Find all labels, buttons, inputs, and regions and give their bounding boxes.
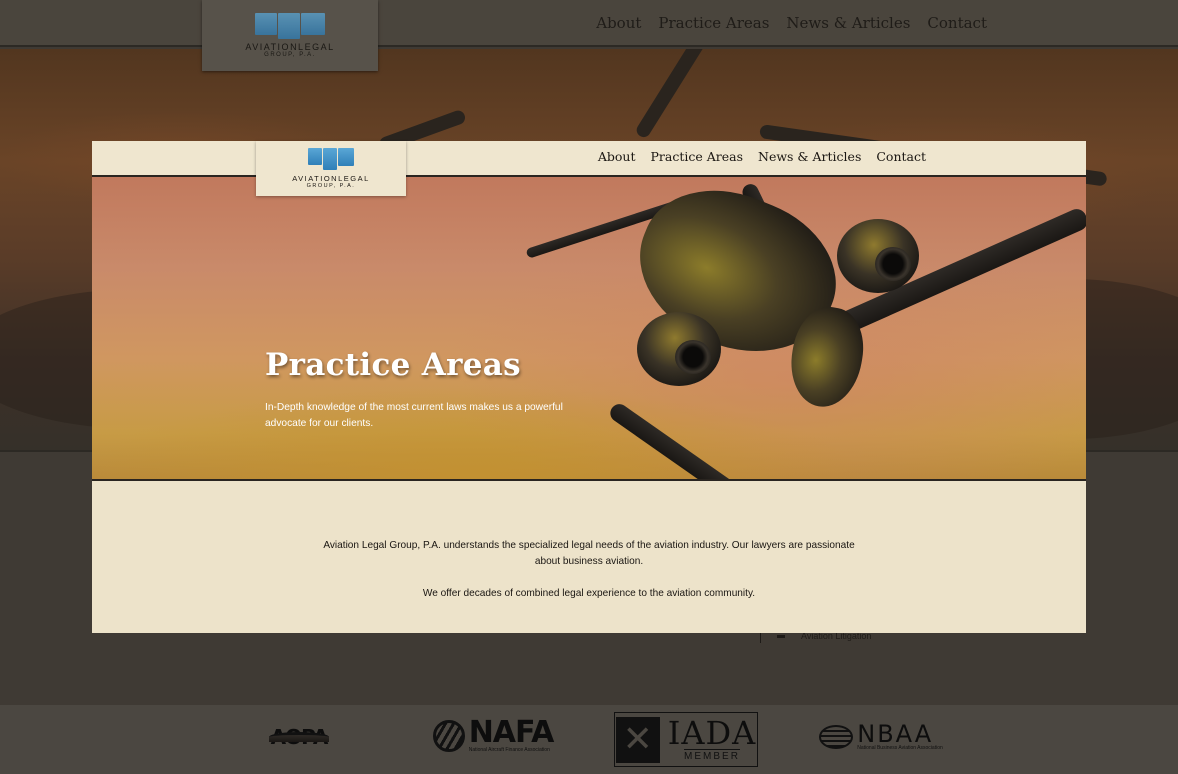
- background-logo-subname: GROUP, P.A.: [264, 52, 316, 58]
- nbaa-tagline: National Business Aviation Association: [857, 745, 943, 751]
- iada-logo: ✕ IADA MEMBER: [614, 712, 758, 767]
- iada-tagline: MEMBER: [684, 749, 740, 762]
- background-nav-contact: Contact: [927, 14, 987, 32]
- nav-about[interactable]: About: [598, 149, 636, 164]
- background-nav-about: About: [596, 14, 642, 32]
- intro-paragraph-2: We offer decades of combined legal exper…: [422, 588, 756, 599]
- hero-banner: Practice Areas In-Depth knowledge of the…: [92, 177, 1086, 481]
- nbaa-mark: NBAA: [857, 720, 934, 748]
- nafa-tagline: National Aircraft Finance Association: [468, 747, 550, 753]
- nav-practice-areas[interactable]: Practice Areas: [651, 149, 744, 164]
- page-title: Practice Areas: [265, 347, 521, 383]
- logo-mark-icon: [308, 148, 354, 170]
- nav-bar: About Practice Areas News & Articles Con…: [92, 141, 1086, 177]
- bullet-icon: [777, 634, 785, 638]
- x-emblem-icon: ✕: [615, 716, 660, 763]
- partner-logos-strip: [0, 705, 1178, 774]
- logo-name: AVIATIONLEGAL: [292, 174, 370, 183]
- intro-section: Aviation Legal Group, P.A. understands t…: [92, 481, 1086, 633]
- page-preview-card: Practice Areas In-Depth knowledge of the…: [92, 141, 1086, 633]
- background-nav-menu: About Practice Areas News & Articles Con…: [596, 14, 987, 32]
- logo-mark-icon: [255, 13, 325, 39]
- nafa-logo: NAFA National Aircraft Finance Associati…: [427, 718, 559, 754]
- site-logo[interactable]: AVIATIONLEGAL GROUP, P.A.: [256, 141, 406, 196]
- background-nav-practice-areas: Practice Areas: [658, 14, 770, 32]
- background-nav-bar: [0, 0, 1178, 47]
- aopa-logo: AOPA: [258, 716, 340, 758]
- nav-news-articles[interactable]: News & Articles: [758, 149, 861, 164]
- globe-icon: [432, 720, 465, 752]
- background-logo-name: AVIATIONLEGAL: [245, 42, 335, 52]
- hero-subtitle: In-Depth knowledge of the most current l…: [265, 402, 563, 429]
- nav-contact[interactable]: Contact: [876, 149, 926, 164]
- iada-mark: IADA: [667, 714, 757, 752]
- intro-paragraph-1: Aviation Legal Group, P.A. understands t…: [323, 540, 855, 567]
- nav-menu: About Practice Areas News & Articles Con…: [598, 149, 926, 164]
- nbaa-logo: NBAA National Business Aviation Associat…: [815, 722, 947, 752]
- logo-subname: GROUP, P.A.: [306, 183, 356, 189]
- globe-icon: [819, 725, 854, 749]
- background-logo: AVIATIONLEGAL GROUP, P.A.: [202, 0, 378, 71]
- wings-icon: [269, 732, 329, 742]
- background-nav-news: News & Articles: [786, 14, 911, 32]
- nafa-mark: NAFA: [468, 715, 555, 750]
